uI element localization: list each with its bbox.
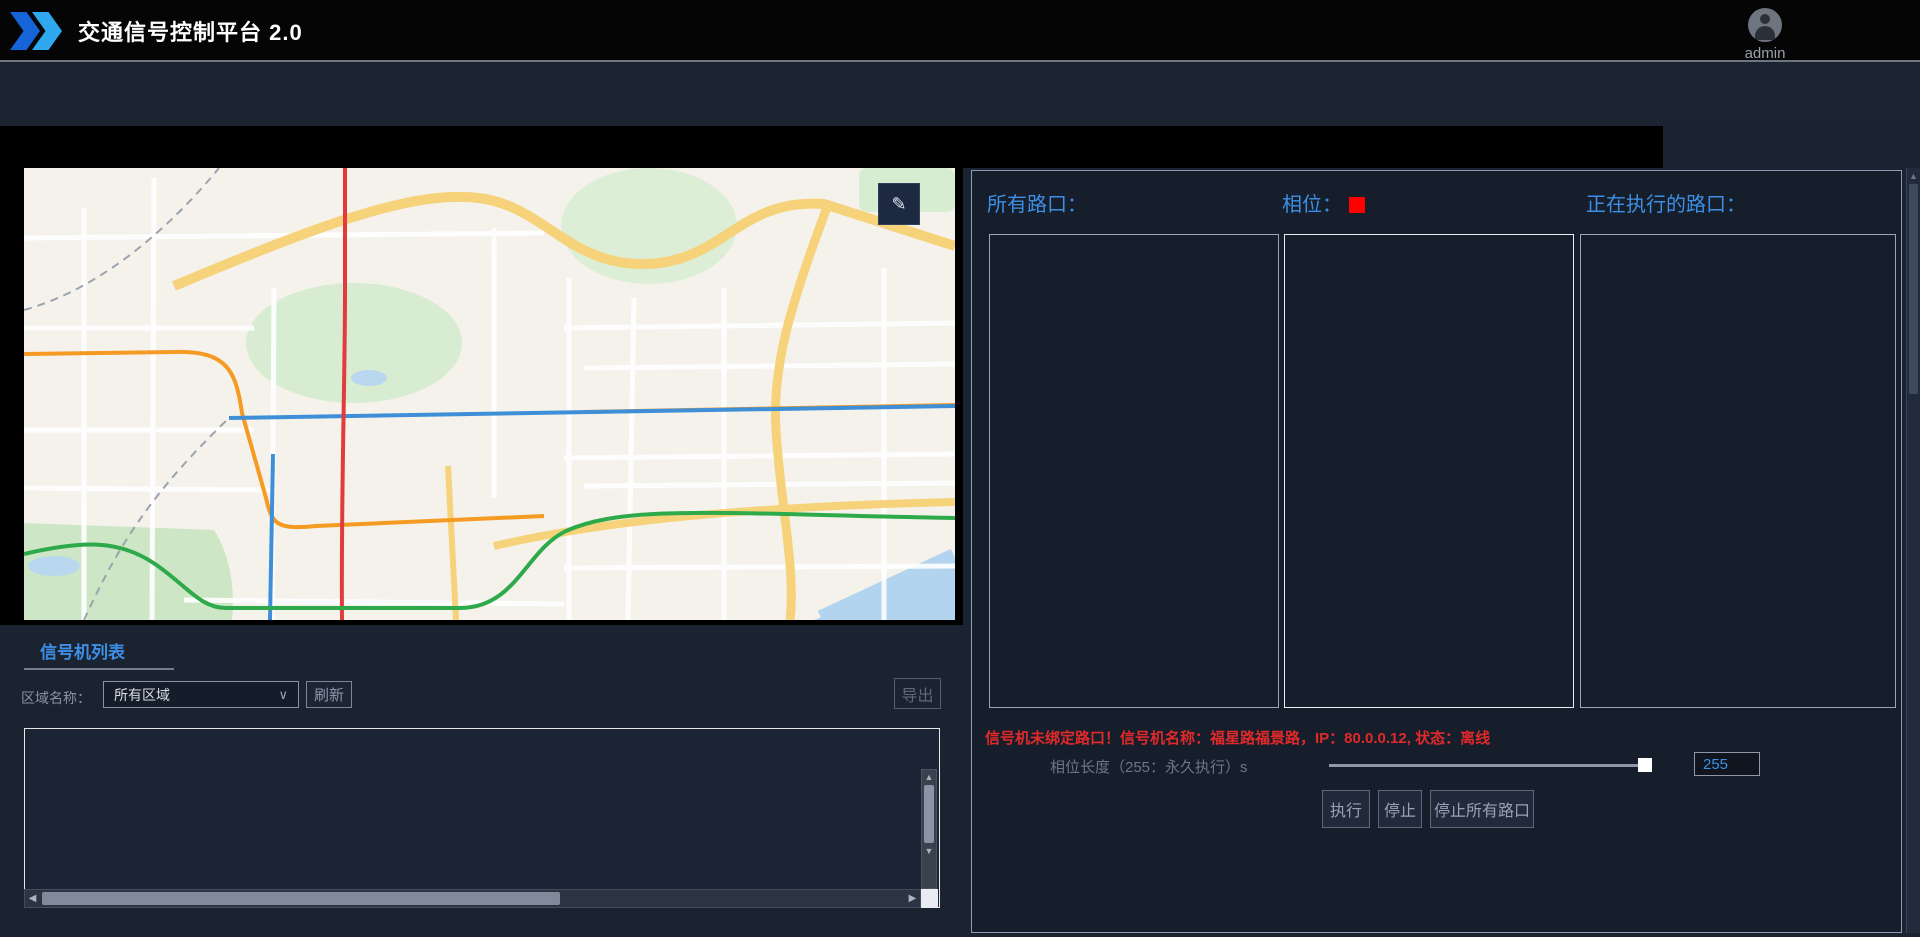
scroll-down-icon[interactable]: ▼ [922, 844, 936, 858]
table-horizontal-scrollbar[interactable]: ◀ ▶ [24, 889, 921, 908]
user-name: admin [1735, 45, 1795, 62]
region-name-label: 区域名称： [21, 688, 91, 708]
signal-status-message: 信号机未绑定路口！信号机名称：福星路福景路，IP：80.0.0.12, 状态：离… [985, 727, 1490, 748]
signal-table [24, 728, 940, 908]
user-avatar-icon [1748, 8, 1782, 42]
stop-button[interactable]: 停止 [1378, 790, 1422, 828]
title-underline [24, 668, 174, 670]
pencil-icon: ✎ [891, 194, 906, 215]
scroll-left-icon[interactable]: ◀ [25, 893, 40, 904]
running-junctions-label: 正在执行的路口： [1586, 188, 1746, 217]
map-roads [24, 168, 955, 620]
scrollbar-thumb[interactable] [924, 785, 934, 843]
chevron-down-icon: ∨ [278, 687, 288, 703]
logo-chevron-icon [10, 12, 40, 50]
scroll-up-icon[interactable]: ▲ [1907, 168, 1920, 184]
phase-label: 相位： [1282, 188, 1342, 217]
phase-color-swatch [1349, 197, 1365, 213]
table-vertical-scrollbar[interactable]: ▲ ▼ [921, 769, 937, 889]
scroll-right-icon[interactable]: ▶ [905, 893, 920, 904]
refresh-button[interactable]: 刷新 [306, 681, 352, 708]
scrollbar-thumb[interactable] [1909, 184, 1918, 394]
export-button[interactable]: 导出 [894, 678, 941, 709]
slider-handle[interactable] [1638, 758, 1652, 772]
phase-length-label: 相位长度（255：永久执行）s [1050, 756, 1248, 777]
running-junctions-box [1580, 234, 1896, 708]
scroll-up-icon[interactable]: ▲ [922, 770, 936, 784]
top-band [963, 126, 1663, 168]
phase-box [1284, 234, 1574, 708]
execute-button[interactable]: 执行 [1322, 790, 1370, 828]
sub-tab-bar [0, 64, 1920, 120]
traffic-map[interactable]: ✎ [24, 168, 955, 620]
top-nav: 交通信号控制平台 2.0 admin [0, 0, 1920, 62]
junction-tree-box [989, 234, 1279, 708]
map-edit-button[interactable]: ✎ [878, 183, 920, 225]
user-menu[interactable]: admin [1735, 8, 1795, 62]
scrollbar-corner [921, 889, 938, 908]
region-select-value: 所有区域 [114, 685, 170, 705]
region-select[interactable]: 所有区域 ∨ [103, 681, 299, 708]
phase-length-slider[interactable] [1329, 764, 1647, 767]
page-scrollbar[interactable]: ▲ [1906, 168, 1920, 933]
stop-all-button[interactable]: 停止所有路口 [1430, 790, 1534, 828]
app-title: 交通信号控制平台 2.0 [78, 15, 303, 47]
all-junctions-label: 所有路口： [987, 188, 1087, 217]
signal-list-title: 信号机列表 [40, 638, 125, 663]
app-logo: 交通信号控制平台 2.0 [10, 12, 303, 50]
scrollbar-thumb[interactable] [42, 892, 560, 905]
phase-length-input[interactable]: 255 [1694, 752, 1760, 776]
